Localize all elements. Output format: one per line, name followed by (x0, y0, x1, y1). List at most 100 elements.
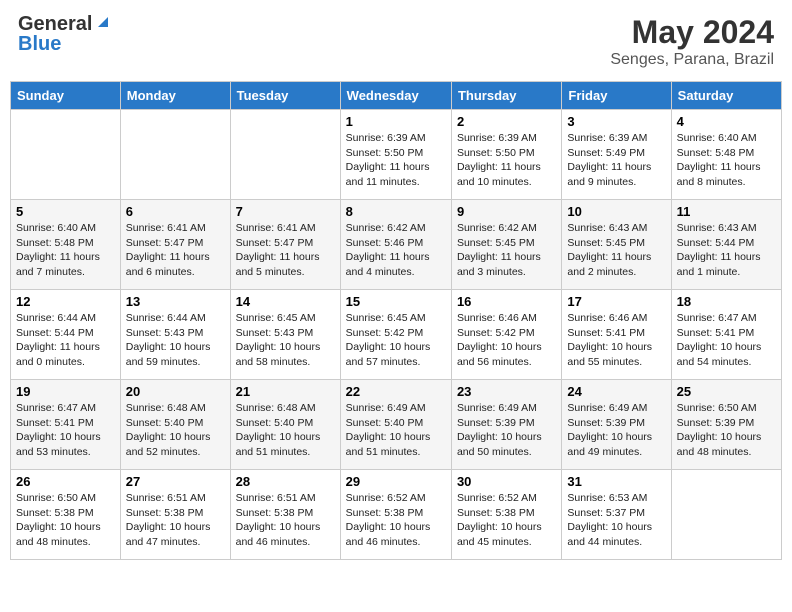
calendar-cell: 16 Sunrise: 6:46 AMSunset: 5:42 PMDayligh… (451, 290, 561, 380)
calendar-cell: 11 Sunrise: 6:43 AMSunset: 5:44 PMDayligh… (671, 200, 781, 290)
day-number: 5 (16, 204, 115, 219)
calendar-cell (230, 110, 340, 200)
day-info: Sunrise: 6:49 AMSunset: 5:39 PMDaylight:… (567, 401, 665, 460)
calendar-cell: 18Sunrise: 6:47 AMSunset: 5:41 PMDayligh… (671, 290, 781, 380)
day-number: 23 (457, 384, 556, 399)
day-number: 1 (346, 114, 446, 129)
day-info: Sunrise: 6:52 AMSunset: 5:38 PMDaylight:… (346, 491, 446, 550)
calendar-cell: 28 Sunrise: 6:51 AMSunset: 5:38 PMDayligh… (230, 470, 340, 560)
day-info: Sunrise: 6:47 AMSunset: 5:41 PMDaylight:… (16, 401, 115, 460)
day-number: 30 (457, 474, 556, 489)
day-info: Sunrise: 6:49 AMSunset: 5:39 PMDaylight:… (457, 401, 556, 460)
day-number: 21 (236, 384, 335, 399)
day-info: Sunrise: 6:50 AMSunset: 5:39 PMDaylight:… (677, 401, 776, 460)
week-row-2: 5Sunrise: 6:40 AMSunset: 5:48 PMDaylight… (11, 200, 782, 290)
day-number: 14 (236, 294, 335, 309)
calendar-cell: 9 Sunrise: 6:42 AMSunset: 5:45 PMDaylight… (451, 200, 561, 290)
calendar-cell (11, 110, 121, 200)
day-number: 20 (126, 384, 225, 399)
day-info: Sunrise: 6:43 AMSunset: 5:44 PMDaylight:… (677, 221, 776, 280)
week-row-4: 19 Sunrise: 6:47 AMSunset: 5:41 PMDayligh… (11, 380, 782, 470)
calendar-header-row: SundayMondayTuesdayWednesdayThursdayFrid… (11, 82, 782, 110)
day-number: 11 (677, 204, 776, 219)
title-area: May 2024 Senges, Parana, Brazil (610, 14, 774, 69)
day-info: Sunrise: 6:48 AMSunset: 5:40 PMDaylight:… (236, 401, 335, 460)
day-number: 2 (457, 114, 556, 129)
day-number: 13 (126, 294, 225, 309)
day-number: 28 (236, 474, 335, 489)
calendar-cell: 26 Sunrise: 6:50 AMSunset: 5:38 PMDayligh… (11, 470, 121, 560)
col-header-friday: Friday (562, 82, 671, 110)
location: Senges, Parana, Brazil (610, 51, 774, 69)
calendar-cell: 19 Sunrise: 6:47 AMSunset: 5:41 PMDayligh… (11, 380, 121, 470)
day-info: Sunrise: 6:41 AMSunset: 5:47 PMDaylight:… (126, 221, 225, 280)
col-header-monday: Monday (120, 82, 230, 110)
day-info: Sunrise: 6:44 AMSunset: 5:43 PMDaylight:… (126, 311, 225, 370)
week-row-1: 1 Sunrise: 6:39 AMSunset: 5:50 PMDaylight… (11, 110, 782, 200)
day-number: 24 (567, 384, 665, 399)
day-number: 12 (16, 294, 115, 309)
calendar-cell: 4Sunrise: 6:40 AMSunset: 5:48 PMDaylight… (671, 110, 781, 200)
calendar-cell: 10 Sunrise: 6:43 AMSunset: 5:45 PMDayligh… (562, 200, 671, 290)
calendar-cell: 29Sunrise: 6:52 AMSunset: 5:38 PMDayligh… (340, 470, 451, 560)
day-info: Sunrise: 6:45 AMSunset: 5:43 PMDaylight:… (236, 311, 335, 370)
calendar-body: 1 Sunrise: 6:39 AMSunset: 5:50 PMDaylight… (11, 110, 782, 560)
calendar-cell: 22Sunrise: 6:49 AMSunset: 5:40 PMDayligh… (340, 380, 451, 470)
col-header-sunday: Sunday (11, 82, 121, 110)
col-header-tuesday: Tuesday (230, 82, 340, 110)
day-number: 7 (236, 204, 335, 219)
logo: General Blue (18, 14, 112, 54)
calendar-cell: 30 Sunrise: 6:52 AMSunset: 5:38 PMDayligh… (451, 470, 561, 560)
day-info: Sunrise: 6:51 AMSunset: 5:38 PMDaylight:… (126, 491, 225, 550)
day-info: Sunrise: 6:46 AMSunset: 5:42 PMDaylight:… (457, 311, 556, 370)
calendar-cell: 8Sunrise: 6:42 AMSunset: 5:46 PMDaylight… (340, 200, 451, 290)
day-number: 6 (126, 204, 225, 219)
calendar-cell (671, 470, 781, 560)
day-info: Sunrise: 6:39 AMSunset: 5:50 PMDaylight:… (346, 131, 446, 190)
calendar-cell: 17Sunrise: 6:46 AMSunset: 5:41 PMDayligh… (562, 290, 671, 380)
calendar-cell: 31Sunrise: 6:53 AMSunset: 5:37 PMDayligh… (562, 470, 671, 560)
week-row-3: 12 Sunrise: 6:44 AMSunset: 5:44 PMDayligh… (11, 290, 782, 380)
day-number: 17 (567, 294, 665, 309)
day-info: Sunrise: 6:41 AMSunset: 5:47 PMDaylight:… (236, 221, 335, 280)
calendar-cell: 7 Sunrise: 6:41 AMSunset: 5:47 PMDaylight… (230, 200, 340, 290)
calendar-cell: 25 Sunrise: 6:50 AMSunset: 5:39 PMDayligh… (671, 380, 781, 470)
day-number: 3 (567, 114, 665, 129)
day-number: 4 (677, 114, 776, 129)
day-number: 15 (346, 294, 446, 309)
day-number: 26 (16, 474, 115, 489)
month-year: May 2024 (610, 14, 774, 51)
calendar-table: SundayMondayTuesdayWednesdayThursdayFrid… (10, 81, 782, 560)
day-info: Sunrise: 6:39 AMSunset: 5:50 PMDaylight:… (457, 131, 556, 190)
col-header-wednesday: Wednesday (340, 82, 451, 110)
week-row-5: 26 Sunrise: 6:50 AMSunset: 5:38 PMDayligh… (11, 470, 782, 560)
day-number: 25 (677, 384, 776, 399)
calendar-cell: 2 Sunrise: 6:39 AMSunset: 5:50 PMDaylight… (451, 110, 561, 200)
header: General Blue May 2024 Senges, Parana, Br… (10, 10, 782, 73)
calendar-cell: 23 Sunrise: 6:49 AMSunset: 5:39 PMDayligh… (451, 380, 561, 470)
col-header-thursday: Thursday (451, 82, 561, 110)
calendar-cell: 1 Sunrise: 6:39 AMSunset: 5:50 PMDaylight… (340, 110, 451, 200)
calendar-cell: 6 Sunrise: 6:41 AMSunset: 5:47 PMDaylight… (120, 200, 230, 290)
day-info: Sunrise: 6:45 AMSunset: 5:42 PMDaylight:… (346, 311, 446, 370)
calendar-cell: 21 Sunrise: 6:48 AMSunset: 5:40 PMDayligh… (230, 380, 340, 470)
day-info: Sunrise: 6:43 AMSunset: 5:45 PMDaylight:… (567, 221, 665, 280)
day-info: Sunrise: 6:44 AMSunset: 5:44 PMDaylight:… (16, 311, 115, 370)
logo-general: General (18, 14, 92, 34)
day-info: Sunrise: 6:42 AMSunset: 5:45 PMDaylight:… (457, 221, 556, 280)
day-info: Sunrise: 6:49 AMSunset: 5:40 PMDaylight:… (346, 401, 446, 460)
logo-triangle-icon (94, 13, 112, 31)
col-header-saturday: Saturday (671, 82, 781, 110)
day-number: 27 (126, 474, 225, 489)
day-info: Sunrise: 6:50 AMSunset: 5:38 PMDaylight:… (16, 491, 115, 550)
day-number: 9 (457, 204, 556, 219)
day-number: 16 (457, 294, 556, 309)
calendar-cell: 24 Sunrise: 6:49 AMSunset: 5:39 PMDayligh… (562, 380, 671, 470)
day-info: Sunrise: 6:39 AMSunset: 5:49 PMDaylight:… (567, 131, 665, 190)
day-number: 10 (567, 204, 665, 219)
calendar-cell: 13 Sunrise: 6:44 AMSunset: 5:43 PMDayligh… (120, 290, 230, 380)
day-info: Sunrise: 6:52 AMSunset: 5:38 PMDaylight:… (457, 491, 556, 550)
day-info: Sunrise: 6:42 AMSunset: 5:46 PMDaylight:… (346, 221, 446, 280)
day-info: Sunrise: 6:51 AMSunset: 5:38 PMDaylight:… (236, 491, 335, 550)
day-number: 19 (16, 384, 115, 399)
